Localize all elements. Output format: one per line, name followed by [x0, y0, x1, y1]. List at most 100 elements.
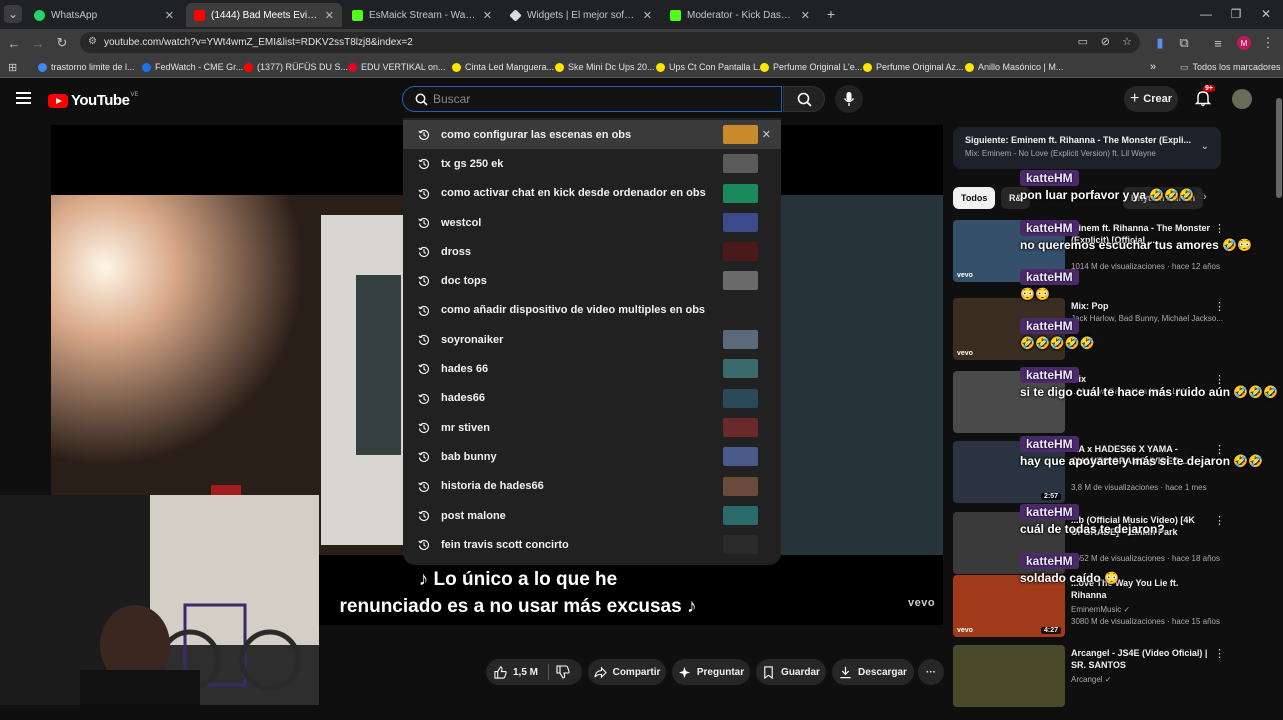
- bookmark-item[interactable]: (1377) RÜFÜS DU S...: [244, 59, 348, 75]
- bookmark-item[interactable]: trastorno limite de l...: [38, 59, 135, 75]
- suggestion-thumbnail: [723, 535, 758, 555]
- tab-whatsapp[interactable]: WhatsApp ✕: [26, 3, 182, 27]
- close-icon[interactable]: ✕: [643, 9, 652, 22]
- tab-kick-moderator[interactable]: Moderator - Kick Dashboard ✕: [662, 3, 818, 27]
- bookmark-item[interactable]: Perfume Original L'e...: [760, 59, 862, 75]
- suggestion-text: historia de hades66: [441, 480, 544, 493]
- search-suggestion[interactable]: como activar chat en kick desde ordenado…: [403, 179, 781, 208]
- chip-all[interactable]: Todos: [953, 187, 996, 209]
- search-box[interactable]: [402, 86, 782, 112]
- recommendation-item[interactable]: Arcangel - JS4E (Video Oficial) | SR. SA…: [953, 645, 1273, 707]
- search-suggestion[interactable]: historia de hades66: [403, 472, 781, 501]
- notifications-button[interactable]: 9+: [1194, 85, 1215, 109]
- tab-search-button[interactable]: ⌄: [4, 5, 22, 23]
- apps-grid-icon[interactable]: ⊞: [8, 59, 17, 75]
- hamburger-menu-icon[interactable]: [16, 91, 32, 105]
- new-tab-button[interactable]: +: [822, 5, 840, 23]
- search-suggestion[interactable]: como añadir dispositivo de video multipl…: [403, 296, 781, 325]
- close-icon[interactable]: ✕: [483, 9, 492, 22]
- ask-button[interactable]: Preguntar: [672, 659, 750, 685]
- all-bookmarks-folder[interactable]: ▭ Todos los marcadores: [1180, 59, 1281, 75]
- bookmark-icon: [764, 665, 773, 679]
- download-button[interactable]: Descargar: [832, 659, 914, 685]
- bookmark-item[interactable]: Cinta Led Manguera...: [452, 59, 554, 75]
- tab-kick-stream[interactable]: EsMaick Stream - Watch Live o ✕: [344, 3, 500, 27]
- search-suggestion[interactable]: bab bunny: [403, 442, 781, 471]
- video-thumbnail[interactable]: [953, 645, 1065, 707]
- bookmark-item[interactable]: Ske Mini Dc Ups 20...: [555, 59, 655, 75]
- search-button[interactable]: [783, 86, 825, 112]
- address-bar[interactable]: ⚙ youtube.com/watch?v=YWt4wmZ_EMI&list=R…: [80, 32, 1140, 53]
- more-bookmarks-button[interactable]: »: [1150, 59, 1156, 75]
- minimize-button[interactable]: —: [1196, 5, 1216, 23]
- create-button[interactable]: + Crear: [1124, 86, 1178, 112]
- share-button[interactable]: Compartir: [588, 659, 666, 685]
- up-next-card[interactable]: Siguiente: Eminem ft. Rihanna - The Mons…: [953, 127, 1221, 169]
- suggestion-text: hades66: [441, 392, 486, 405]
- save-label: Guardar: [781, 666, 820, 678]
- hide-icon[interactable]: ⊘: [1101, 35, 1110, 48]
- back-icon[interactable]: ←: [4, 33, 24, 53]
- suggestion-text: fein travis scott concirto: [441, 538, 569, 551]
- close-icon[interactable]: ✕: [165, 9, 174, 22]
- search-suggestion[interactable]: doc tops: [403, 266, 781, 295]
- vevo-label: vevo: [957, 627, 973, 634]
- close-icon[interactable]: ✕: [801, 9, 810, 22]
- forward-icon[interactable]: →: [28, 33, 48, 53]
- bookmark-item[interactable]: EDU VERTIKAL on...: [348, 59, 446, 75]
- search-input[interactable]: [433, 92, 733, 106]
- search-suggestion[interactable]: como configurar las escenas en obs ✕: [403, 120, 781, 150]
- create-label: Crear: [1143, 93, 1173, 105]
- voice-search-button[interactable]: [835, 85, 863, 113]
- account-avatar[interactable]: [1232, 89, 1252, 109]
- search-suggestion[interactable]: hades66: [403, 384, 781, 413]
- bookmark-item[interactable]: FedWatch - CME Gr...: [142, 59, 243, 75]
- extensions-puzzle-icon[interactable]: ⧉: [1174, 33, 1194, 53]
- menu-icon[interactable]: ⋮: [1258, 33, 1278, 53]
- search-suggestion[interactable]: post malone: [403, 501, 781, 530]
- chat-message: katteHM hay que apoyarte y más si te deja…: [1020, 436, 1283, 469]
- youtube-logo[interactable]: YouTube VE: [48, 92, 138, 109]
- bookmark-star-icon[interactable]: ☆: [1122, 35, 1132, 48]
- search-suggestion[interactable]: dross: [403, 237, 781, 266]
- like-button[interactable]: 1,5 M: [494, 665, 538, 679]
- microphone-icon: [843, 92, 855, 106]
- tab-widgets[interactable]: Widgets | El mejor software pa ✕: [502, 3, 660, 27]
- search-suggestion[interactable]: hades 66: [403, 354, 781, 383]
- bookmark-item[interactable]: Anillo Masónico | M...: [965, 59, 1063, 75]
- search-suggestion[interactable]: westcol: [403, 208, 781, 237]
- scrollbar-thumb[interactable]: [1276, 98, 1282, 198]
- bookmark-item[interactable]: Perfume Original Az...: [863, 59, 964, 75]
- chat-text: hay que apoyarte y más si te dejaron 🤣🤣: [1020, 454, 1264, 468]
- page-scrollbar[interactable]: [1276, 88, 1282, 688]
- search-suggestion[interactable]: mr stiven: [403, 413, 781, 442]
- search-suggestion[interactable]: tx gs 250 ek: [403, 149, 781, 178]
- profile-avatar[interactable]: M: [1234, 33, 1254, 53]
- close-icon[interactable]: ✕: [325, 9, 334, 22]
- thumbs-up-icon: [494, 665, 507, 679]
- bookmark-item[interactable]: Ups Ct Con Pantalla L...: [656, 59, 766, 75]
- search-suggestion[interactable]: fein travis scott concirto: [403, 530, 781, 559]
- dislike-button[interactable]: [556, 665, 570, 682]
- maximize-button[interactable]: ❐: [1226, 5, 1246, 23]
- media-controls-icon[interactable]: ≡: [1208, 33, 1228, 53]
- window-close-button[interactable]: ✕: [1256, 5, 1276, 23]
- video-title[interactable]: Arcangel - JS4E (Video Oficial) | SR. SA…: [1071, 647, 1211, 671]
- chevron-down-icon[interactable]: ⌄: [1201, 141, 1209, 152]
- extension-icon[interactable]: ▮: [1150, 33, 1170, 53]
- save-button[interactable]: Guardar: [756, 659, 826, 685]
- reload-icon[interactable]: ↻: [52, 33, 72, 53]
- tab-youtube[interactable]: (1444) Bad Meets Evil - Lighten ✕: [186, 3, 342, 27]
- search-suggestion[interactable]: soyronaiker: [403, 325, 781, 354]
- chat-message: katteHM cuál de todas te dejaron?: [1020, 504, 1283, 537]
- suggestion-thumbnail: [723, 388, 758, 408]
- more-icon: ···: [926, 666, 936, 678]
- notification-badge: 9+: [1203, 85, 1215, 92]
- remove-suggestion-icon[interactable]: ✕: [762, 128, 771, 141]
- more-vert-icon[interactable]: ⋮: [1214, 647, 1225, 660]
- chat-text: cuál de todas te dejaron?: [1020, 522, 1165, 536]
- site-info-icon[interactable]: ⚙: [88, 36, 97, 47]
- pinterest-icon: [348, 62, 357, 72]
- cast-icon[interactable]: ▭: [1078, 35, 1088, 48]
- more-actions-button[interactable]: ···: [918, 659, 944, 685]
